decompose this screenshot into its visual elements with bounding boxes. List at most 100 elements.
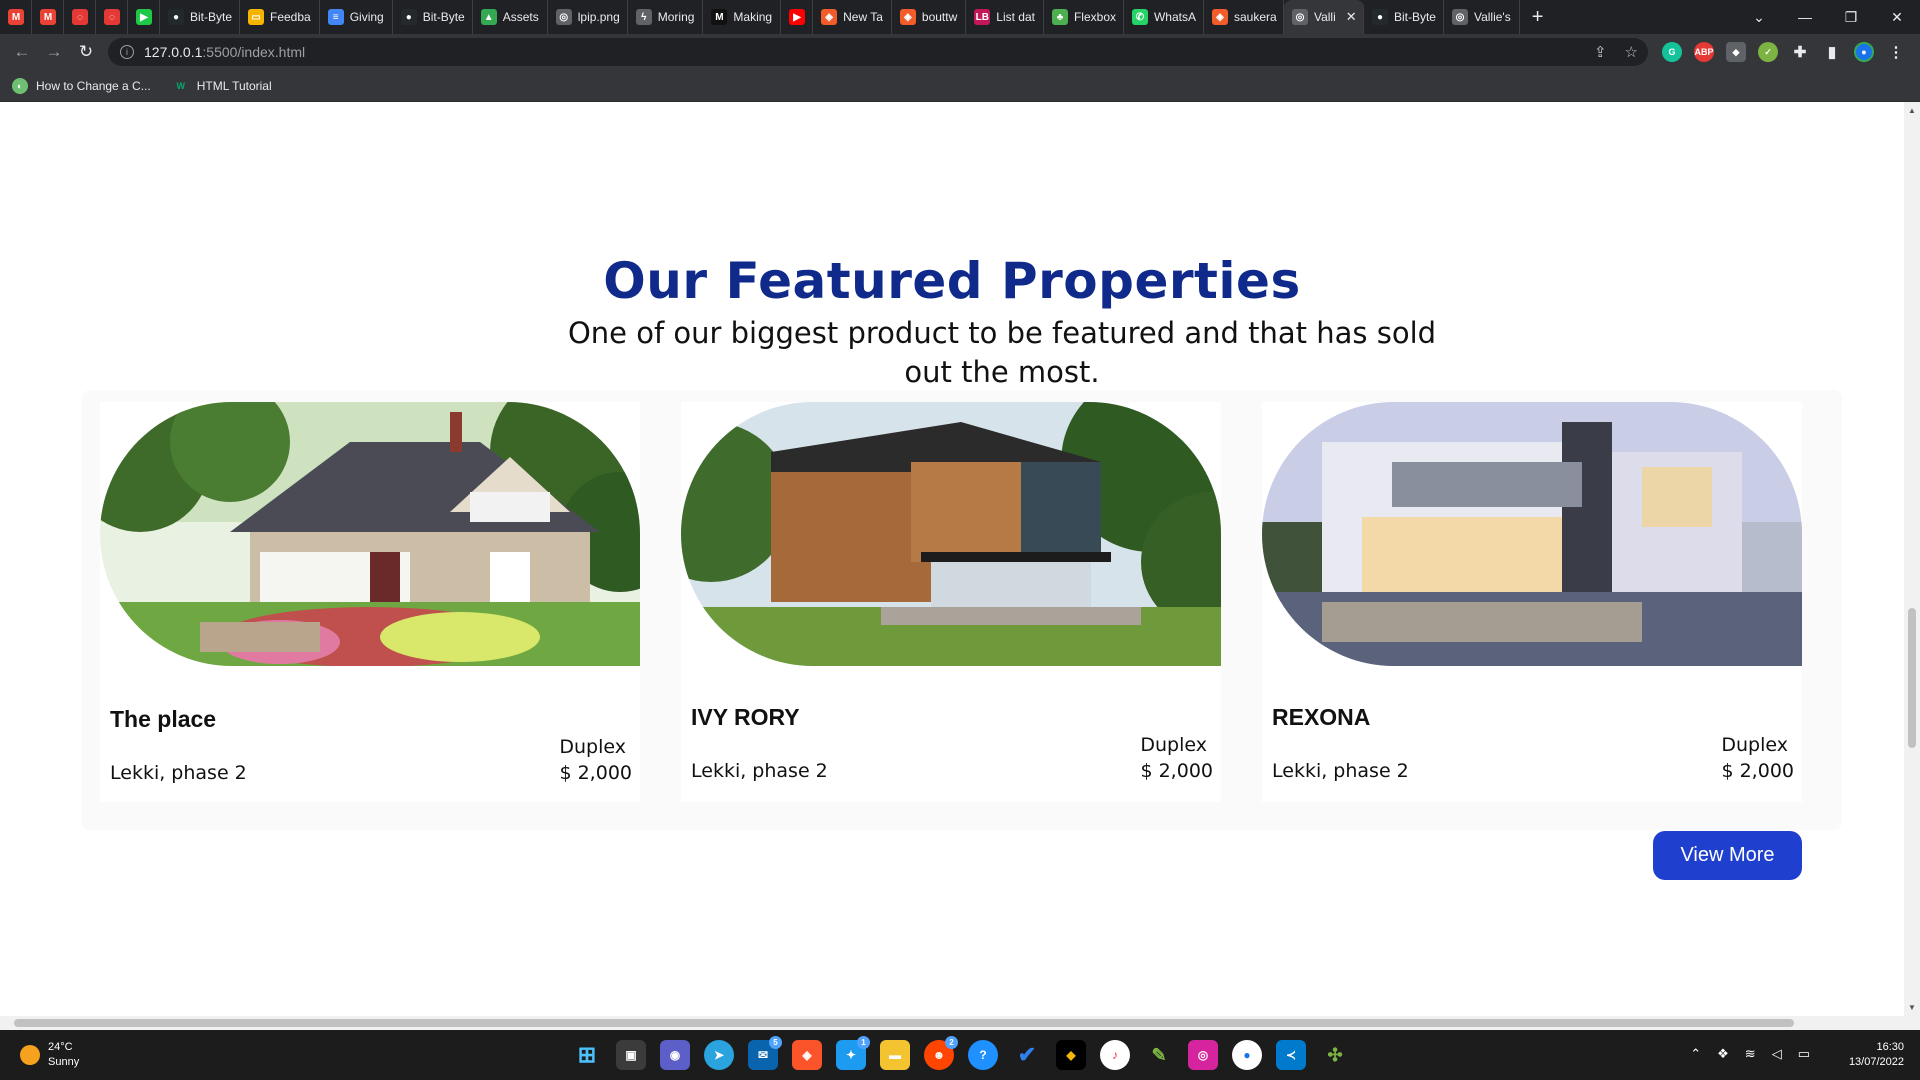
task-view-icon[interactable]: ▣ — [616, 1040, 646, 1070]
url-host: 127.0.0.1 — [144, 44, 203, 60]
extension-color-icon[interactable]: ✓ — [1758, 42, 1778, 62]
tab-label: Bit-Byte — [1393, 10, 1436, 24]
vscode-icon[interactable]: ≺ — [1276, 1040, 1306, 1070]
browser-tab[interactable]: ◎ Valli ✕ — [1283, 0, 1364, 34]
property-location: Lekki, phase 2 — [691, 760, 828, 782]
browser-tab[interactable]: ◎ Vallie's — [1444, 0, 1520, 34]
bookmark-item-change[interactable]: ◐ How to Change a C... — [12, 77, 151, 94]
github-icon: ● — [168, 9, 184, 25]
bookmark-item-html-tutorial[interactable]: W HTML Tutorial — [173, 78, 271, 94]
browser-tab[interactable]: ● Bit-Byte — [1364, 0, 1444, 34]
view-more-button[interactable]: View More — [1653, 831, 1802, 880]
scroll-up-icon[interactable]: ▲ — [1908, 106, 1916, 115]
property-photo-wooden-house — [681, 402, 1221, 666]
horizontal-scroll-thumb[interactable] — [14, 1019, 1794, 1027]
url-field[interactable]: i 127.0.0.1:5500/index.html ⇪ ☆ — [108, 38, 1648, 66]
vertical-scroll-thumb[interactable] — [1908, 608, 1916, 748]
property-card[interactable]: IVY RORY Duplex Lekki, phase 2 $ 2,000 — [681, 402, 1221, 802]
property-location: Lekki, phase 2 — [1272, 760, 1409, 782]
profile-avatar-icon[interactable]: ● — [1854, 42, 1874, 62]
dropbox-icon[interactable]: ❖ — [1717, 1046, 1729, 1062]
reddit-icon[interactable]: ☻ 2 — [924, 1036, 958, 1070]
weather-condition: Sunny — [48, 1056, 80, 1068]
reload-icon[interactable]: ↻ — [70, 42, 102, 62]
close-window-button[interactable]: ✕ — [1874, 9, 1920, 26]
browser-tab[interactable]: ◈ New Ta — [813, 0, 892, 34]
todo-check-icon[interactable]: ✔ — [1012, 1040, 1042, 1070]
puzzle-icon[interactable]: ✚ — [1790, 42, 1810, 62]
browser-tab[interactable]: ▶ — [781, 0, 814, 34]
help-icon[interactable]: ? — [968, 1040, 998, 1070]
file-explorer-icon[interactable]: ▬ — [880, 1040, 910, 1070]
browser-tab[interactable]: ◈ bouttw — [892, 0, 967, 34]
property-card[interactable]: The place Duplex Lekki, phase 2 $ 2,000 — [100, 402, 640, 802]
adblock-icon[interactable]: ABP — [1694, 42, 1714, 62]
property-type: Duplex — [559, 736, 626, 758]
side-panel-icon[interactable]: ▮ — [1822, 42, 1842, 62]
tray-overflow-icon[interactable]: ⌃ — [1690, 1046, 1701, 1062]
w3schools-icon: W — [176, 80, 185, 91]
browser-tab[interactable]: ▶ — [128, 0, 160, 34]
browser-tab[interactable]: ◌ — [96, 0, 128, 34]
teams-chat-icon[interactable]: ◉ — [660, 1040, 690, 1070]
ring-icon: ◌ — [72, 9, 88, 25]
browser-tab[interactable]: ● Bit-Byte — [160, 0, 240, 34]
browser-tab[interactable]: ▭ Feedba — [240, 0, 320, 34]
battery-icon[interactable]: ▭ — [1798, 1046, 1810, 1062]
property-name: REXONA — [1272, 704, 1371, 730]
twitter-icon[interactable]: ✦ 1 — [836, 1036, 870, 1070]
property-price: $ 2,000 — [559, 762, 632, 784]
browser-tab[interactable]: ● Bit-Byte — [393, 0, 473, 34]
section-title: Our Featured Properties — [603, 252, 1301, 310]
brave-browser-icon[interactable]: ◈ — [792, 1040, 822, 1070]
new-tab-button[interactable]: + — [1520, 6, 1556, 29]
binance-icon[interactable]: ◆ — [1056, 1040, 1086, 1070]
browser-tab[interactable]: LB List dat — [966, 0, 1044, 34]
git-icon[interactable]: ✣ — [1320, 1040, 1350, 1070]
bookmark-star-icon[interactable]: ☆ — [1625, 43, 1638, 61]
tab-search-icon[interactable]: ⌄ — [1736, 9, 1782, 26]
tab-label: Flexbox — [1073, 10, 1116, 24]
twitter-badge: 1 — [857, 1036, 870, 1049]
vertical-scrollbar[interactable]: ▲ ▼ — [1904, 102, 1920, 1016]
clock[interactable]: 16:30 13/07/2022 — [1849, 1040, 1904, 1070]
weather-widget[interactable]: 24°C Sunny — [20, 1040, 79, 1070]
browser-tab[interactable]: ϟ Moring — [628, 0, 704, 34]
horizontal-scrollbar[interactable] — [0, 1016, 1920, 1030]
browser-tab[interactable]: ◎ lpip.png — [548, 0, 628, 34]
property-photo-modern-villa — [1262, 402, 1802, 666]
chrome-icon[interactable]: ● — [1232, 1040, 1262, 1070]
browser-tab[interactable]: ◌ — [64, 0, 96, 34]
browser-tab[interactable]: ◈ saukera — [1204, 0, 1284, 34]
back-icon[interactable]: ← — [6, 42, 38, 62]
itunes-icon[interactable]: ♪ — [1100, 1040, 1130, 1070]
property-card[interactable]: REXONA Duplex Lekki, phase 2 $ 2,000 — [1262, 402, 1802, 802]
restore-button[interactable]: ❐ — [1828, 9, 1874, 26]
menu-kebab-icon[interactable]: ⋮ — [1886, 42, 1906, 62]
taskbar: 24°C Sunny ⊞ ▣ ◉ ➤ ✉ 5 ◈ ✦ 1 ▬ ☻ 2 ? ✔ ◆ ♪ … — [0, 1030, 1920, 1080]
instagram-icon[interactable]: ◎ — [1188, 1040, 1218, 1070]
temperature: 24°C — [48, 1041, 73, 1053]
windows-start-icon[interactable]: ⊞ — [572, 1040, 602, 1070]
site-info-icon[interactable]: i — [120, 45, 134, 59]
browser-tab[interactable]: ▲ Assets — [473, 0, 548, 34]
telegram-icon[interactable]: ➤ — [704, 1040, 734, 1070]
scroll-down-icon[interactable]: ▼ — [1908, 1003, 1916, 1012]
browser-tab[interactable]: M — [32, 0, 64, 34]
grammarly-icon[interactable]: G — [1662, 42, 1682, 62]
browser-tab[interactable]: M — [0, 0, 32, 34]
browser-tab[interactable]: ≡ Giving — [320, 0, 393, 34]
minimize-button[interactable]: — — [1782, 9, 1828, 25]
bookmark-site-icon: ◐ — [12, 77, 28, 94]
spreadsheet-app-icon[interactable]: ✎ — [1144, 1040, 1174, 1070]
volume-icon[interactable]: ◁ — [1772, 1046, 1782, 1062]
forward-icon[interactable]: → — [38, 42, 70, 62]
shield-icon[interactable]: ◆ — [1726, 42, 1746, 62]
wifi-icon[interactable]: ≋ — [1745, 1046, 1756, 1062]
share-icon[interactable]: ⇪ — [1594, 43, 1607, 61]
browser-tab[interactable]: ♣ Flexbox — [1044, 0, 1124, 34]
mail-icon[interactable]: ✉ 5 — [748, 1036, 782, 1070]
browser-tab[interactable]: M Making — [703, 0, 782, 34]
close-tab-icon[interactable]: ✕ — [1346, 9, 1357, 25]
browser-tab[interactable]: ✆ WhatsA — [1124, 0, 1204, 34]
